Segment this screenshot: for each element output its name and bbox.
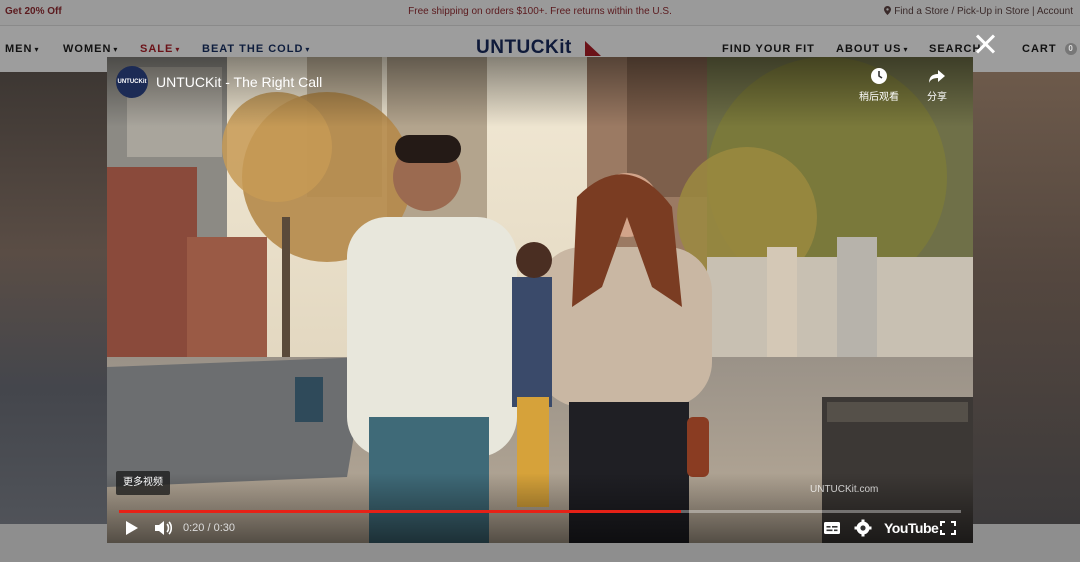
nav-about-us[interactable]: ABOUT US ▾ xyxy=(836,43,908,55)
nav-women[interactable]: WOMEN ▾ xyxy=(63,43,118,55)
top-gradient xyxy=(107,57,973,127)
chevron-down-icon: ▾ xyxy=(34,45,40,54)
nav-men[interactable]: MEN ▾ xyxy=(5,43,39,55)
share-button[interactable]: 分享 xyxy=(912,67,962,103)
nav-women-label: WOMEN xyxy=(63,43,112,55)
nav-men-label: MEN xyxy=(5,43,33,55)
close-icon[interactable] xyxy=(974,33,996,55)
watch-later-button[interactable]: 稍后观看 xyxy=(854,67,904,103)
watch-later-label: 稍后观看 xyxy=(859,92,899,103)
nav-cart-label: CART xyxy=(1022,43,1057,55)
logo-flag-mark xyxy=(585,41,601,56)
nav-sale-label: SALE xyxy=(140,43,174,55)
play-icon[interactable] xyxy=(123,517,141,539)
nav-beat-the-cold-label: BEAT THE COLD xyxy=(202,43,304,55)
gear-icon[interactable] xyxy=(853,517,873,539)
youtube-logo[interactable]: YouTube xyxy=(884,520,939,536)
video-title[interactable]: UNTUCKit - The Right Call xyxy=(156,74,322,90)
progress-fill xyxy=(119,510,681,513)
clock-icon xyxy=(871,68,887,84)
store-account-text: Find a Store / Pick-Up in Store | Accoun… xyxy=(894,6,1073,17)
cart-count-badge: 0 xyxy=(1064,43,1077,55)
video-frame xyxy=(107,57,973,543)
video-watermark: UNTUCKit.com xyxy=(810,484,879,495)
volume-icon[interactable] xyxy=(152,517,174,539)
subtitles-icon[interactable] xyxy=(822,517,842,539)
nav-sale[interactable]: SALE ▾ xyxy=(140,43,180,55)
brand-logo[interactable]: UNTUCKit xyxy=(476,37,572,59)
store-account-links[interactable]: Find a Store / Pick-Up in Store | Accoun… xyxy=(884,6,1073,17)
nav-about-us-label: ABOUT US xyxy=(836,43,902,55)
nav-find-your-fit-label: FIND YOUR FIT xyxy=(722,43,815,55)
promo-bar: Get 20% Off Free shipping on orders $100… xyxy=(0,0,1080,25)
chevron-down-icon: ▾ xyxy=(903,45,909,54)
share-label: 分享 xyxy=(927,92,947,103)
more-videos-button[interactable]: 更多视频 xyxy=(116,471,170,495)
video-player[interactable]: UNTUCKit UNTUCKit - The Right Call 稍后观看 … xyxy=(107,57,973,543)
chevron-down-icon: ▾ xyxy=(175,45,181,54)
chevron-down-icon: ▾ xyxy=(305,45,311,54)
nav-find-your-fit[interactable]: FIND YOUR FIT xyxy=(722,43,815,55)
hero-left-edge xyxy=(0,72,108,524)
chevron-down-icon: ▾ xyxy=(113,45,119,54)
time-display: 0:20 / 0:30 xyxy=(183,522,235,534)
map-pin-icon xyxy=(884,6,892,15)
share-arrow-icon xyxy=(929,70,945,83)
channel-avatar[interactable]: UNTUCKit xyxy=(116,66,148,98)
hero-right-edge xyxy=(972,72,1080,524)
fullscreen-icon[interactable] xyxy=(938,517,958,539)
nav-cart[interactable]: CART 0 xyxy=(1022,43,1077,55)
progress-bar[interactable] xyxy=(119,510,961,513)
nav-beat-the-cold[interactable]: BEAT THE COLD ▾ xyxy=(202,43,310,55)
